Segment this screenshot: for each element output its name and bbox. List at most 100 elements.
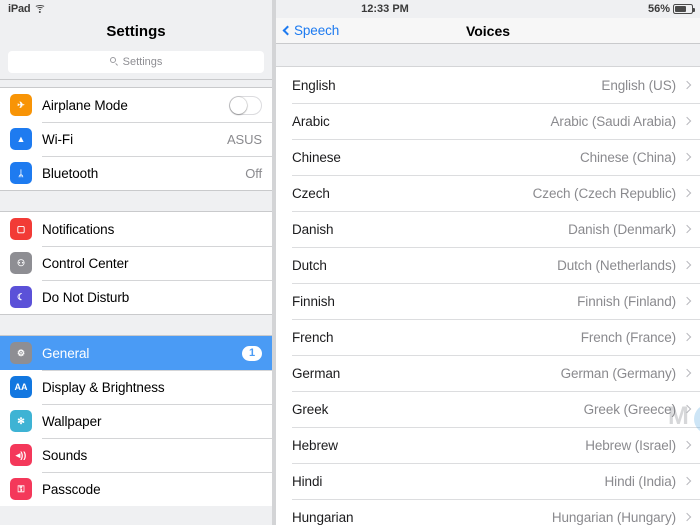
wifi-icon: ▲	[10, 128, 32, 150]
ipad-settings-screen: iPad 12:33 PM 56% Settings Settings ✈ Air…	[0, 0, 700, 525]
search-icon	[109, 57, 119, 67]
voice-language-row[interactable]: Hungarian Hungarian (Hungary)	[276, 499, 700, 525]
voice-language-row[interactable]: Danish Danish (Denmark)	[276, 211, 700, 247]
page-title: Settings	[106, 22, 166, 40]
sidebar-item-wallpaper[interactable]: ✻ Wallpaper	[0, 404, 272, 438]
sidebar-item-passcode[interactable]: ⚿ Passcode	[0, 472, 272, 506]
bluetooth-icon: ᛦ	[10, 162, 32, 184]
sidebar-item-display-brightness[interactable]: AA Display & Brightness	[0, 370, 272, 404]
voice-language-row[interactable]: Finnish Finnish (Finland)	[276, 283, 700, 319]
do-not-disturb-icon: ☾	[10, 286, 32, 308]
sidebar-group-spacer	[0, 314, 272, 336]
sidebar-item-wi-fi[interactable]: ▲ Wi-Fi ASUS	[0, 122, 272, 156]
language-name: Arabic	[292, 113, 330, 129]
notifications-icon: ▢	[10, 218, 32, 240]
sidebar-item-do-not-disturb[interactable]: ☾ Do Not Disturb	[0, 280, 272, 314]
language-name: German	[292, 365, 341, 381]
voice-language-row[interactable]: Arabic Arabic (Saudi Arabia)	[276, 103, 700, 139]
sidebar-item-bluetooth[interactable]: ᛦ Bluetooth Off	[0, 156, 272, 190]
selected-voice-value: Danish (Denmark)	[568, 221, 676, 237]
selected-voice-value: Chinese (China)	[579, 149, 676, 165]
voice-language-row[interactable]: Dutch Dutch (Netherlands)	[276, 247, 700, 283]
sidebar-list: ✈ Airplane Mode ▲ Wi-Fi ASUS ᛦ Bluetooth Off ▢ No…	[0, 80, 272, 506]
sidebar-item-label: Wallpaper	[42, 413, 102, 429]
chevron-right-icon	[682, 224, 692, 234]
voice-language-row[interactable]: German German (Germany)	[276, 355, 700, 391]
chevron-right-icon	[682, 512, 692, 522]
voice-language-row[interactable]: Czech Czech (Czech Republic)	[276, 175, 700, 211]
selected-voice-value: German (Germany)	[560, 365, 677, 381]
chevron-right-icon	[682, 152, 692, 162]
language-name: Finnish	[292, 293, 335, 309]
voice-language-row[interactable]: Hebrew Hebrew (Israel)	[276, 427, 700, 463]
passcode-lock-icon: ⚿	[10, 478, 32, 500]
selected-voice-value: Hungarian (Hungary)	[551, 509, 676, 525]
selected-voice-value: English (US)	[601, 77, 676, 93]
voice-language-row[interactable]: Chinese Chinese (China)	[276, 139, 700, 175]
battery-icon	[673, 4, 695, 14]
language-name: Czech	[292, 185, 330, 201]
status-bar-center: 12:33 PM	[272, 3, 648, 15]
selected-voice-value: Hindi (India)	[604, 473, 677, 489]
status-bar-right: 56%	[648, 3, 700, 15]
selected-voice-value: Dutch (Netherlands)	[557, 257, 676, 273]
sidebar-item-control-center[interactable]: ⚇ Control Center	[0, 246, 272, 280]
sidebar-group-spacer	[0, 80, 272, 88]
wifi-icon	[34, 4, 46, 14]
chevron-right-icon	[682, 188, 692, 198]
sidebar-item-general[interactable]: ⚙ General 1	[0, 336, 272, 370]
voices-list: English English (US) Arabic Arabic (Saudi A…	[276, 66, 700, 525]
language-name: Hindi	[292, 473, 323, 489]
sidebar-item-label: Do Not Disturb	[42, 289, 130, 305]
language-name: English	[292, 77, 336, 93]
sidebar-item-sounds[interactable]: ◂)) Sounds	[0, 438, 272, 472]
voice-language-row[interactable]: English English (US)	[276, 67, 700, 103]
sidebar-item-label: Airplane Mode	[42, 97, 128, 113]
selected-voice-value: Finnish (Finland)	[577, 293, 676, 309]
sidebar-item-label: General	[42, 345, 90, 361]
sidebar-item-label: Notifications	[42, 221, 115, 237]
chevron-right-icon	[682, 368, 692, 378]
settings-sidebar: Settings Settings ✈ Airplane Mode ▲ Wi-Fi AS…	[0, 0, 272, 525]
search-placeholder: Settings	[122, 55, 163, 68]
voice-language-row[interactable]: Hindi Hindi (India)	[276, 463, 700, 499]
sidebar-item-label: Display & Brightness	[42, 379, 165, 395]
detail-title: Voices	[465, 22, 511, 39]
list-top-spacer	[276, 44, 700, 66]
sidebar-item-notifications[interactable]: ▢ Notifications	[0, 212, 272, 246]
chevron-right-icon	[682, 332, 692, 342]
voice-language-row[interactable]: French French (France)	[276, 319, 700, 355]
display-brightness-icon: AA	[10, 376, 32, 398]
chevron-right-icon	[682, 440, 692, 450]
airplane-icon: ✈	[10, 94, 32, 116]
search-bar[interactable]: Settings	[0, 44, 272, 80]
gear-icon: ⚙	[10, 342, 32, 364]
selected-voice-value: Czech (Czech Republic)	[532, 185, 676, 201]
chevron-right-icon	[682, 476, 692, 486]
search-input[interactable]: Settings	[8, 50, 264, 73]
wallpaper-icon: ✻	[10, 410, 32, 432]
sounds-icon: ◂))	[10, 444, 32, 466]
device-label: iPad	[8, 3, 31, 15]
clock: 12:33 PM	[361, 3, 409, 15]
sidebar-item-value: ASUS	[226, 131, 262, 147]
voice-language-row[interactable]: Greek Greek (Greece)	[276, 391, 700, 427]
detail-pane: Speech Voices English English (US) Arabic A…	[276, 0, 700, 525]
selected-voice-value: French (France)	[580, 329, 676, 345]
battery-percent: 56%	[647, 3, 670, 15]
sidebar-item-label: Wi-Fi	[42, 131, 73, 147]
selected-voice-value: Arabic (Saudi Arabia)	[550, 113, 677, 129]
language-name: Hebrew	[292, 437, 338, 453]
language-name: Dutch	[292, 257, 327, 273]
sidebar-group-spacer	[0, 190, 272, 212]
control-center-icon: ⚇	[10, 252, 32, 274]
sidebar-item-airplane-mode[interactable]: ✈ Airplane Mode	[0, 88, 272, 122]
language-name: French	[292, 329, 334, 345]
detail-navbar: Speech Voices	[276, 18, 700, 44]
chevron-right-icon	[682, 80, 692, 90]
chevron-right-icon	[682, 260, 692, 270]
language-name: Hungarian	[292, 509, 354, 525]
selected-voice-value: Hebrew (Israel)	[585, 437, 676, 453]
airplane-mode-toggle[interactable]	[229, 95, 262, 115]
sidebar-item-label: Bluetooth	[42, 165, 99, 181]
